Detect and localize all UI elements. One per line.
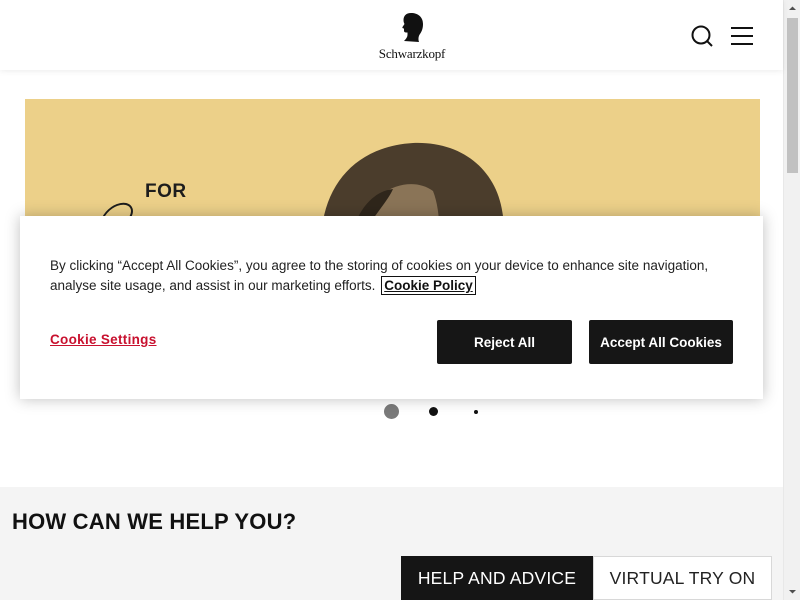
menu-button[interactable] (729, 24, 755, 48)
carousel-dot-1[interactable] (384, 404, 399, 419)
site-header: Schwarzkopf (0, 0, 783, 70)
accept-all-cookies-button[interactable]: Accept All Cookies (589, 320, 733, 364)
search-icon (691, 25, 713, 47)
cookie-consent-banner: By clicking “Accept All Cookies”, you ag… (20, 216, 763, 399)
carousel-dot-3[interactable] (474, 409, 478, 414)
reject-all-button[interactable]: Reject All (437, 320, 572, 364)
cookie-policy-link[interactable]: Cookie Policy (381, 276, 476, 295)
silhouette-logo-icon (402, 13, 423, 42)
carousel-indicators (0, 404, 783, 420)
cookie-settings-link[interactable]: Cookie Settings (50, 332, 157, 347)
help-section: HOW CAN WE HELP YOU? HELP AND ADVICE VIR… (0, 487, 783, 600)
carousel-dot-2[interactable] (429, 407, 438, 416)
cookie-message: By clicking “Accept All Cookies”, you ag… (50, 256, 740, 296)
cookie-message-text: By clicking “Accept All Cookies”, you ag… (50, 258, 709, 293)
scroll-up-arrow-icon[interactable] (784, 0, 800, 17)
tab-virtual-try-on[interactable]: VIRTUAL TRY ON (593, 556, 772, 600)
tab-help-and-advice[interactable]: HELP AND ADVICE (401, 556, 593, 600)
hero-headline: FOR (145, 181, 187, 202)
hamburger-menu-icon (731, 27, 753, 45)
help-section-title: HOW CAN WE HELP YOU? (12, 509, 297, 534)
brand-name: Schwarzkopf (378, 46, 446, 61)
scrollbar-thumb[interactable] (787, 18, 798, 173)
page-scrollbar[interactable] (783, 0, 800, 600)
scroll-down-arrow-icon[interactable] (784, 583, 800, 600)
search-button[interactable] (690, 24, 714, 48)
brand-logo[interactable]: Schwarzkopf (376, 12, 448, 64)
